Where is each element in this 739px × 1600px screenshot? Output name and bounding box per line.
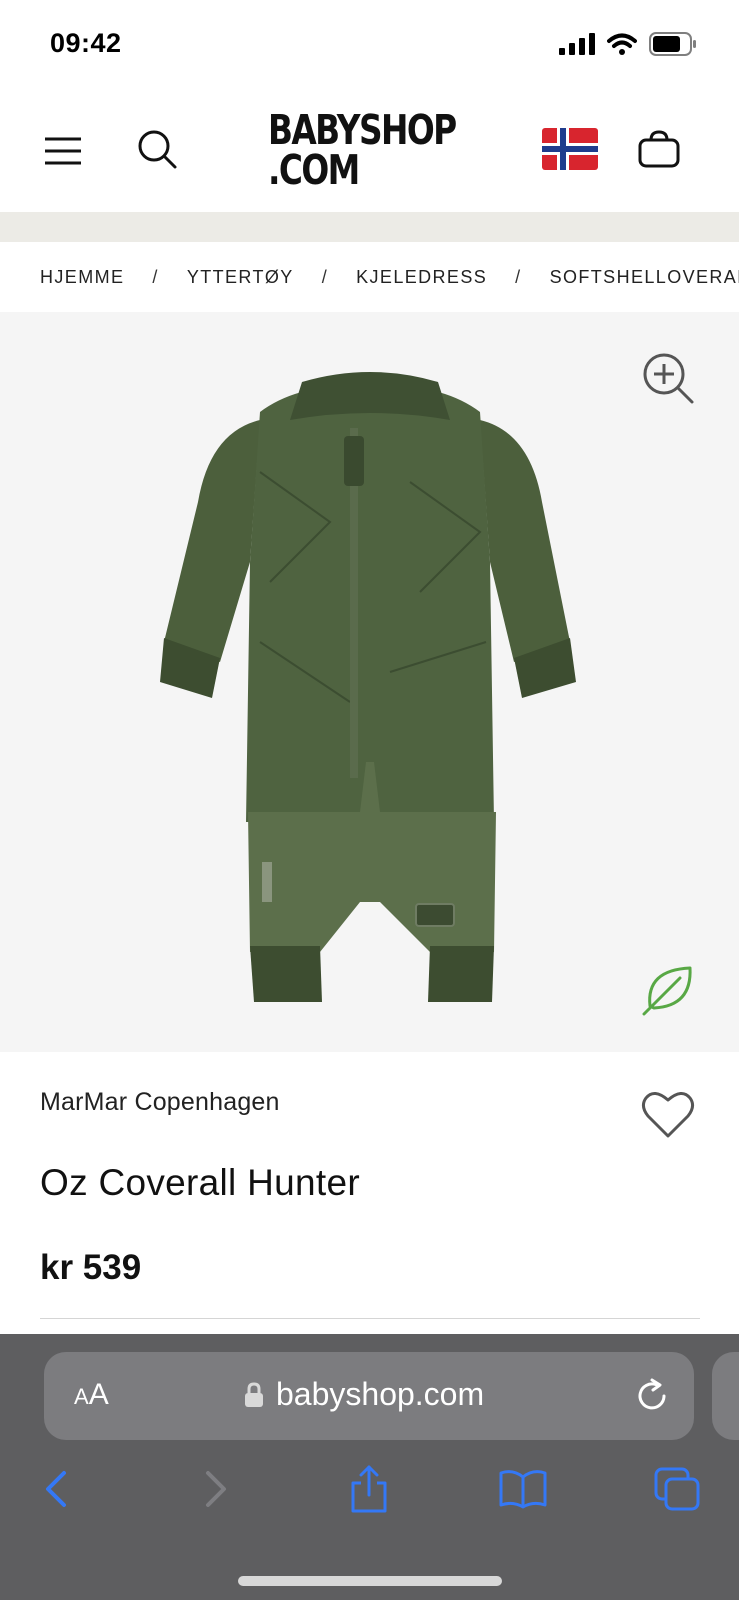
text-size-small-a: A — [74, 1384, 89, 1409]
breadcrumb-item-hjemme[interactable]: HJEMME — [40, 267, 124, 288]
forward-button[interactable] — [190, 1464, 240, 1514]
breadcrumb: HJEMME / YTTERTØY / KJELEDRESS / SOFTSHE… — [40, 262, 739, 292]
tabs-icon — [654, 1467, 700, 1511]
site-header: BABYSHOP .COM — [0, 90, 739, 212]
address-bar[interactable]: AA babyshop.com — [44, 1352, 694, 1440]
norway-flag-icon — [542, 128, 598, 170]
zoom-button[interactable] — [640, 350, 696, 406]
logo-line-2: .COM — [268, 146, 360, 194]
shopping-bag-icon — [638, 130, 680, 168]
heart-icon — [641, 1092, 695, 1138]
breadcrumb-separator: / — [152, 266, 159, 287]
chevron-right-icon — [206, 1471, 226, 1507]
hamburger-menu-icon — [45, 137, 81, 165]
breadcrumb-separator: / — [321, 266, 329, 287]
status-time: 09:42 — [50, 28, 122, 58]
next-tab-preview[interactable] — [712, 1352, 739, 1440]
promo-strip — [0, 212, 739, 242]
divider — [40, 1318, 700, 1319]
product-title: Oz Coverall Hunter — [40, 1162, 361, 1203]
favorite-button[interactable] — [640, 1088, 696, 1140]
wifi-icon — [607, 33, 637, 55]
product-image-gallery[interactable] — [0, 312, 739, 1052]
cart-button[interactable] — [636, 126, 682, 172]
search-button[interactable] — [134, 126, 180, 172]
status-icons — [559, 32, 697, 56]
home-indicator — [238, 1576, 502, 1586]
leaf-icon — [640, 964, 696, 1016]
reload-icon — [638, 1378, 666, 1410]
status-bar: 09:42 — [0, 0, 739, 90]
menu-button[interactable] — [40, 128, 86, 174]
url-display[interactable]: babyshop.com — [244, 1376, 484, 1413]
reload-button[interactable] — [634, 1378, 670, 1414]
breadcrumb-item-softshelloveraller[interactable]: SOFTSHELLOVERALLER — [550, 267, 739, 288]
bookmarks-button[interactable] — [498, 1464, 548, 1514]
country-selector-button[interactable] — [542, 128, 598, 170]
product-brand[interactable]: MarMar Copenhagen — [40, 1088, 280, 1117]
logo-wordmark: BABYSHOP .COM — [268, 106, 457, 194]
browser-toolbar: AA babyshop.com — [0, 1334, 739, 1600]
chevron-left-icon — [46, 1471, 66, 1507]
signal-icon — [559, 33, 595, 55]
text-size-button[interactable]: AA — [74, 1378, 109, 1412]
text-size-large-a: A — [88, 1378, 109, 1411]
breadcrumb-item-kjeledress[interactable]: KJELEDRESS — [356, 267, 487, 288]
logo-line-1: BABYSHOP — [268, 106, 457, 154]
babyshop-logo[interactable]: BABYSHOP .COM — [264, 100, 484, 200]
lock-icon — [245, 1381, 263, 1407]
share-button[interactable] — [344, 1464, 394, 1514]
tabs-button[interactable] — [652, 1464, 702, 1514]
back-button[interactable] — [32, 1464, 82, 1514]
product-image — [160, 372, 576, 1002]
url-text: babyshop.com — [276, 1376, 485, 1412]
search-icon — [138, 130, 177, 169]
zoom-in-icon — [643, 353, 694, 404]
breadcrumb-item-yttertoy[interactable]: YTTERTØY — [187, 267, 294, 288]
book-icon — [499, 1470, 547, 1509]
share-icon — [351, 1465, 387, 1513]
battery-icon — [649, 32, 696, 56]
breadcrumb-separator: / — [515, 266, 522, 287]
product-price: kr 539 — [40, 1248, 142, 1287]
